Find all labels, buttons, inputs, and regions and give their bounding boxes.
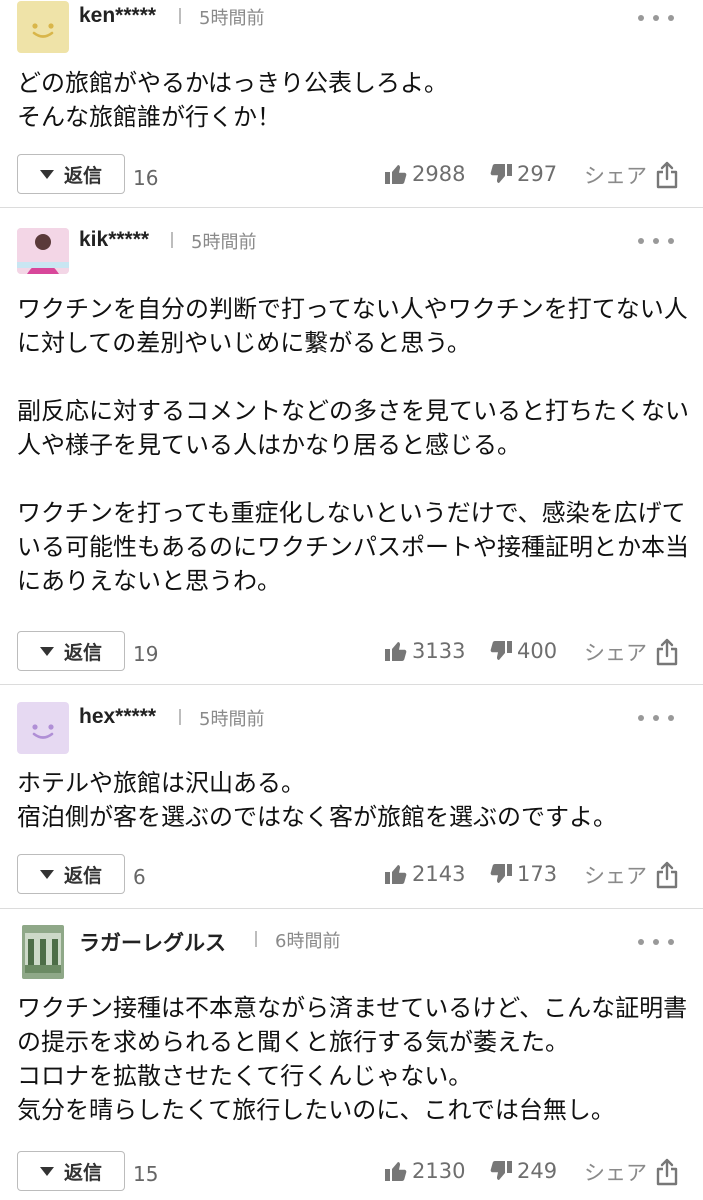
username[interactable]: kik*****	[79, 228, 149, 252]
avatar[interactable]	[17, 1, 69, 53]
timestamp: 6時間前	[275, 931, 341, 952]
reply-button[interactable]: 返信	[17, 1151, 125, 1191]
reply-count: 19	[133, 642, 159, 666]
thumbs-down-icon	[490, 164, 512, 183]
comment-body: ワクチン接種は不本意ながら済ませているけど、こんな証明書の提示を求められると聞く…	[17, 994, 688, 1124]
thumbs-up-icon	[385, 1162, 407, 1181]
comment-card: kik***** 5時間前 ワクチンを自分の判断で打ってない人やワクチンを打てな…	[0, 208, 703, 685]
reply-button[interactable]: 返信	[17, 854, 125, 894]
caret-down-icon	[39, 1166, 54, 1176]
timestamp: 5時間前	[191, 232, 257, 253]
thumbs-down-icon	[490, 864, 512, 883]
comment-card: ラガーレグルス 6時間前 ワクチン接種は不本意ながら済ませているけど、こんな証明…	[0, 909, 703, 1200]
separator	[255, 931, 257, 947]
username[interactable]: ken*****	[79, 4, 156, 28]
avatar[interactable]	[22, 925, 64, 979]
comment-body: どの旅館がやるかはっきり公表しろよ。 そんな旅館誰が行くか！	[17, 69, 449, 131]
like-button[interactable]: 2143	[384, 862, 465, 886]
reply-button[interactable]: 返信	[17, 631, 125, 671]
separator	[179, 709, 181, 725]
username[interactable]: hex*****	[79, 705, 156, 729]
more-options-icon[interactable]	[636, 712, 676, 724]
dislike-button[interactable]: 249	[489, 1159, 557, 1183]
avatar[interactable]	[17, 702, 69, 754]
share-button[interactable]: シェア	[584, 637, 679, 667]
dislike-button[interactable]: 297	[489, 162, 557, 186]
like-button[interactable]: 2130	[384, 1159, 465, 1183]
thumbs-up-icon	[385, 165, 407, 184]
thumbs-down-icon	[490, 641, 512, 660]
thumbs-up-icon	[385, 865, 407, 884]
share-icon	[656, 161, 678, 189]
share-icon	[656, 638, 678, 666]
timestamp: 5時間前	[199, 8, 265, 29]
caret-down-icon	[39, 169, 54, 179]
thumbs-up-icon	[385, 642, 407, 661]
more-options-icon[interactable]	[636, 235, 676, 247]
reply-count: 15	[133, 1162, 159, 1186]
share-button[interactable]: シェア	[584, 160, 679, 190]
comment-card: hex***** 5時間前 ホテルや旅館は沢山ある。 宿泊側が客を選ぶのではなく…	[0, 685, 703, 909]
more-options-icon[interactable]	[636, 12, 676, 24]
share-icon	[656, 861, 678, 889]
comment-body: ワクチンを自分の判断で打ってない人やワクチンを打てない人に対しての差別やいじめに…	[17, 295, 689, 595]
like-button[interactable]: 3133	[384, 639, 465, 663]
separator	[179, 8, 181, 24]
username[interactable]: ラガーレグルス	[79, 927, 226, 957]
share-button[interactable]: シェア	[584, 860, 679, 890]
share-icon	[656, 1158, 678, 1186]
share-button[interactable]: シェア	[584, 1157, 679, 1187]
comment-body: ホテルや旅館は沢山ある。 宿泊側が客を選ぶのではなく客が旅館を選ぶのですよ。	[17, 769, 617, 831]
caret-down-icon	[39, 646, 54, 656]
more-options-icon[interactable]	[636, 936, 676, 948]
timestamp: 5時間前	[199, 709, 265, 730]
like-button[interactable]: 2988	[384, 162, 465, 186]
reply-count: 16	[133, 166, 159, 190]
reply-count: 6	[133, 865, 146, 889]
separator	[171, 232, 173, 248]
comment-card: ken***** 5時間前 どの旅館がやるかはっきり公表しろよ。 そんな旅館誰が…	[0, 0, 703, 208]
dislike-button[interactable]: 400	[489, 639, 557, 663]
reply-button[interactable]: 返信	[17, 154, 125, 194]
caret-down-icon	[39, 869, 54, 879]
avatar[interactable]	[17, 228, 69, 274]
dislike-button[interactable]: 173	[489, 862, 557, 886]
thumbs-down-icon	[490, 1161, 512, 1180]
